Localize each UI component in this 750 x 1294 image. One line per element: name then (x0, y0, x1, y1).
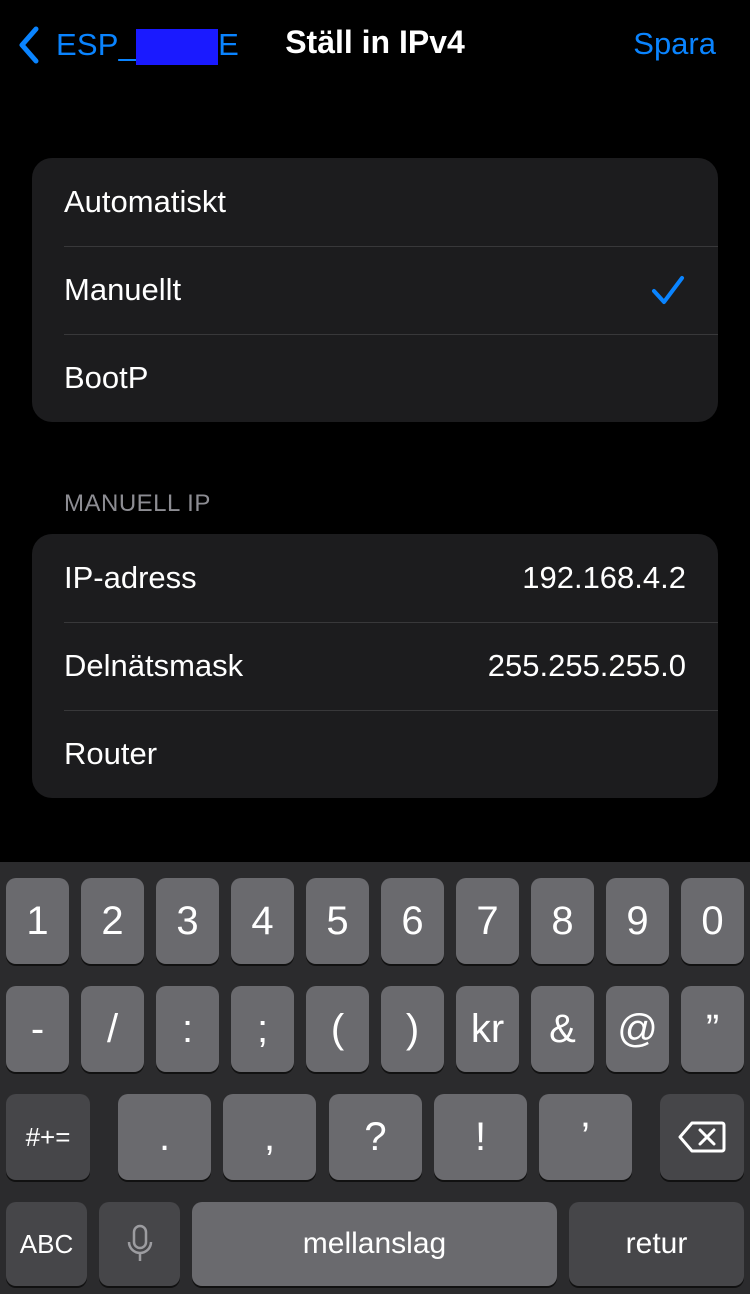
section-header-manual-ip: MANUELL IP (64, 490, 211, 517)
field-label: IP-adress (64, 560, 197, 595)
option-manual[interactable]: Manuellt (32, 246, 718, 334)
key-question[interactable]: ? (329, 1094, 422, 1180)
key-8[interactable]: 8 (531, 878, 594, 964)
ipv4-config-group: Automatiskt Manuellt BootP (32, 158, 718, 422)
key-quote[interactable]: ” (681, 986, 744, 1072)
key-kr[interactable]: kr (456, 986, 519, 1072)
delete-key[interactable] (660, 1094, 744, 1180)
subnet-mask-row[interactable]: Delnätsmask 255.255.255.0 (32, 622, 718, 710)
keyboard: 1 2 3 4 5 6 7 8 9 0 - / : ; ( ) kr & @ ”… (0, 862, 750, 1294)
ip-address-field[interactable]: 192.168.4.2 (522, 560, 686, 596)
manual-ip-group: IP-adress 192.168.4.2 Delnätsmask 255.25… (32, 534, 718, 798)
delete-backward-icon (678, 1121, 726, 1153)
router-row[interactable]: Router (32, 710, 718, 798)
field-label: Router (64, 736, 158, 771)
key-9[interactable]: 9 (606, 878, 669, 964)
option-automatic[interactable]: Automatiskt (32, 158, 718, 246)
key-3[interactable]: 3 (156, 878, 219, 964)
key-hyphen[interactable]: - (6, 986, 69, 1072)
option-label: Automatiskt (64, 184, 226, 219)
key-exclamation[interactable]: ! (434, 1094, 527, 1180)
key-comma[interactable]: , (223, 1094, 316, 1180)
symbols-shift-key[interactable]: #+= (6, 1094, 90, 1180)
key-4[interactable]: 4 (231, 878, 294, 964)
microphone-icon (127, 1224, 152, 1261)
option-label: BootP (64, 360, 149, 395)
key-7[interactable]: 7 (456, 878, 519, 964)
ip-address-row[interactable]: IP-adress 192.168.4.2 (32, 534, 718, 622)
key-at[interactable]: @ (606, 986, 669, 1072)
key-2[interactable]: 2 (81, 878, 144, 964)
key-colon[interactable]: : (156, 986, 219, 1072)
dictation-key[interactable] (99, 1202, 180, 1286)
key-semicolon[interactable]: ; (231, 986, 294, 1072)
key-open-paren[interactable]: ( (306, 986, 369, 1072)
space-key[interactable]: mellanslag (192, 1202, 557, 1286)
field-label: Delnätsmask (64, 648, 244, 683)
return-key[interactable]: retur (569, 1202, 744, 1286)
key-ampersand[interactable]: & (531, 986, 594, 1072)
abc-key[interactable]: ABC (6, 1202, 87, 1286)
option-bootp[interactable]: BootP (32, 334, 718, 422)
key-6[interactable]: 6 (381, 878, 444, 964)
key-close-paren[interactable]: ) (381, 986, 444, 1072)
key-apostrophe[interactable]: ’ (539, 1094, 632, 1180)
checkmark-icon (652, 276, 684, 304)
key-slash[interactable]: / (81, 986, 144, 1072)
save-button[interactable]: Spara (633, 26, 716, 62)
navigation-bar: ESP_ E Ställ in IPv4 Spara (0, 0, 750, 90)
key-5[interactable]: 5 (306, 878, 369, 964)
subnet-mask-field[interactable]: 255.255.255.0 (488, 648, 686, 684)
key-1[interactable]: 1 (6, 878, 69, 964)
key-0[interactable]: 0 (681, 878, 744, 964)
option-label: Manuellt (64, 272, 182, 307)
key-period[interactable]: . (118, 1094, 211, 1180)
